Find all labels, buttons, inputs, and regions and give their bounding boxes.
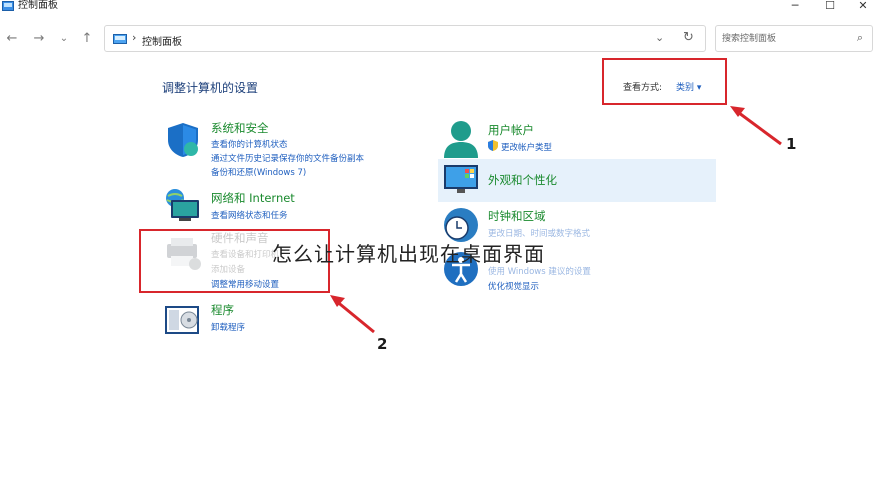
refresh-button[interactable]: ↻ <box>683 30 694 45</box>
search-box[interactable]: ⌕ <box>715 25 873 52</box>
uac-shield-icon <box>488 140 498 151</box>
control-panel-icon <box>2 1 14 11</box>
clock-region-title[interactable]: 时钟和区域 <box>488 208 546 224</box>
breadcrumb-control-panel[interactable]: 控制面板 <box>142 33 182 48</box>
network-status-link[interactable]: 查看网络状态和任务 <box>211 209 288 221</box>
window-title: 控制面板 <box>18 0 58 11</box>
recent-locations-button[interactable]: ⌄ <box>56 31 72 47</box>
file-history-link[interactable]: 通过文件历史记录保存你的文件备份副本 <box>211 152 364 164</box>
overlay-caption: 怎么让计算机出现在桌面界面 <box>272 242 545 266</box>
address-bar[interactable]: › 控制面板 ⌄ ↻ <box>104 25 706 52</box>
forward-button[interactable]: → <box>31 31 47 47</box>
breadcrumb-separator: › <box>132 31 137 44</box>
address-dropdown-button[interactable]: ⌄ <box>655 31 664 44</box>
uninstall-program-link[interactable]: 卸载程序 <box>211 321 245 333</box>
view-by-highlight-box <box>602 58 727 105</box>
annotation-label-2: 2 <box>377 335 388 353</box>
search-icon[interactable]: ⌕ <box>857 31 863 45</box>
backup-restore-link[interactable]: 备份和还原(Windows 7) <box>211 166 306 178</box>
user-account-icon <box>444 121 478 158</box>
up-button[interactable]: ↑ <box>79 31 95 47</box>
page-heading: 调整计算机的设置 <box>162 81 259 95</box>
annotation-label-1: 1 <box>786 135 797 153</box>
programs-title[interactable]: 程序 <box>211 302 234 318</box>
network-icon <box>166 189 199 221</box>
network-internet-title[interactable]: 网络和 Internet <box>211 190 295 206</box>
search-input[interactable] <box>722 32 842 46</box>
annotation-arrow-2 <box>330 295 375 334</box>
control-panel-icon <box>113 34 127 44</box>
system-security-title[interactable]: 系统和安全 <box>211 120 269 136</box>
view-computer-status-link[interactable]: 查看你的计算机状态 <box>211 138 288 150</box>
programs-icon <box>165 306 199 334</box>
shield-icon <box>168 123 198 157</box>
minimize-button[interactable]: ─ <box>778 0 812 12</box>
user-accounts-title[interactable]: 用户帐户 <box>488 122 534 138</box>
appearance-hover-highlight <box>438 159 716 202</box>
close-button[interactable]: ✕ <box>846 0 880 12</box>
back-button[interactable]: ← <box>4 31 20 47</box>
appearance-icon <box>444 165 478 193</box>
change-account-type-link[interactable]: 更改帐户类型 <box>501 141 552 153</box>
optimize-visual-display-link[interactable]: 优化视觉显示 <box>488 280 539 292</box>
title-bar: 控制面板 ─ ☐ ✕ <box>0 0 880 14</box>
maximize-button[interactable]: ☐ <box>813 0 847 12</box>
appearance-title[interactable]: 外观和个性化 <box>488 172 557 188</box>
